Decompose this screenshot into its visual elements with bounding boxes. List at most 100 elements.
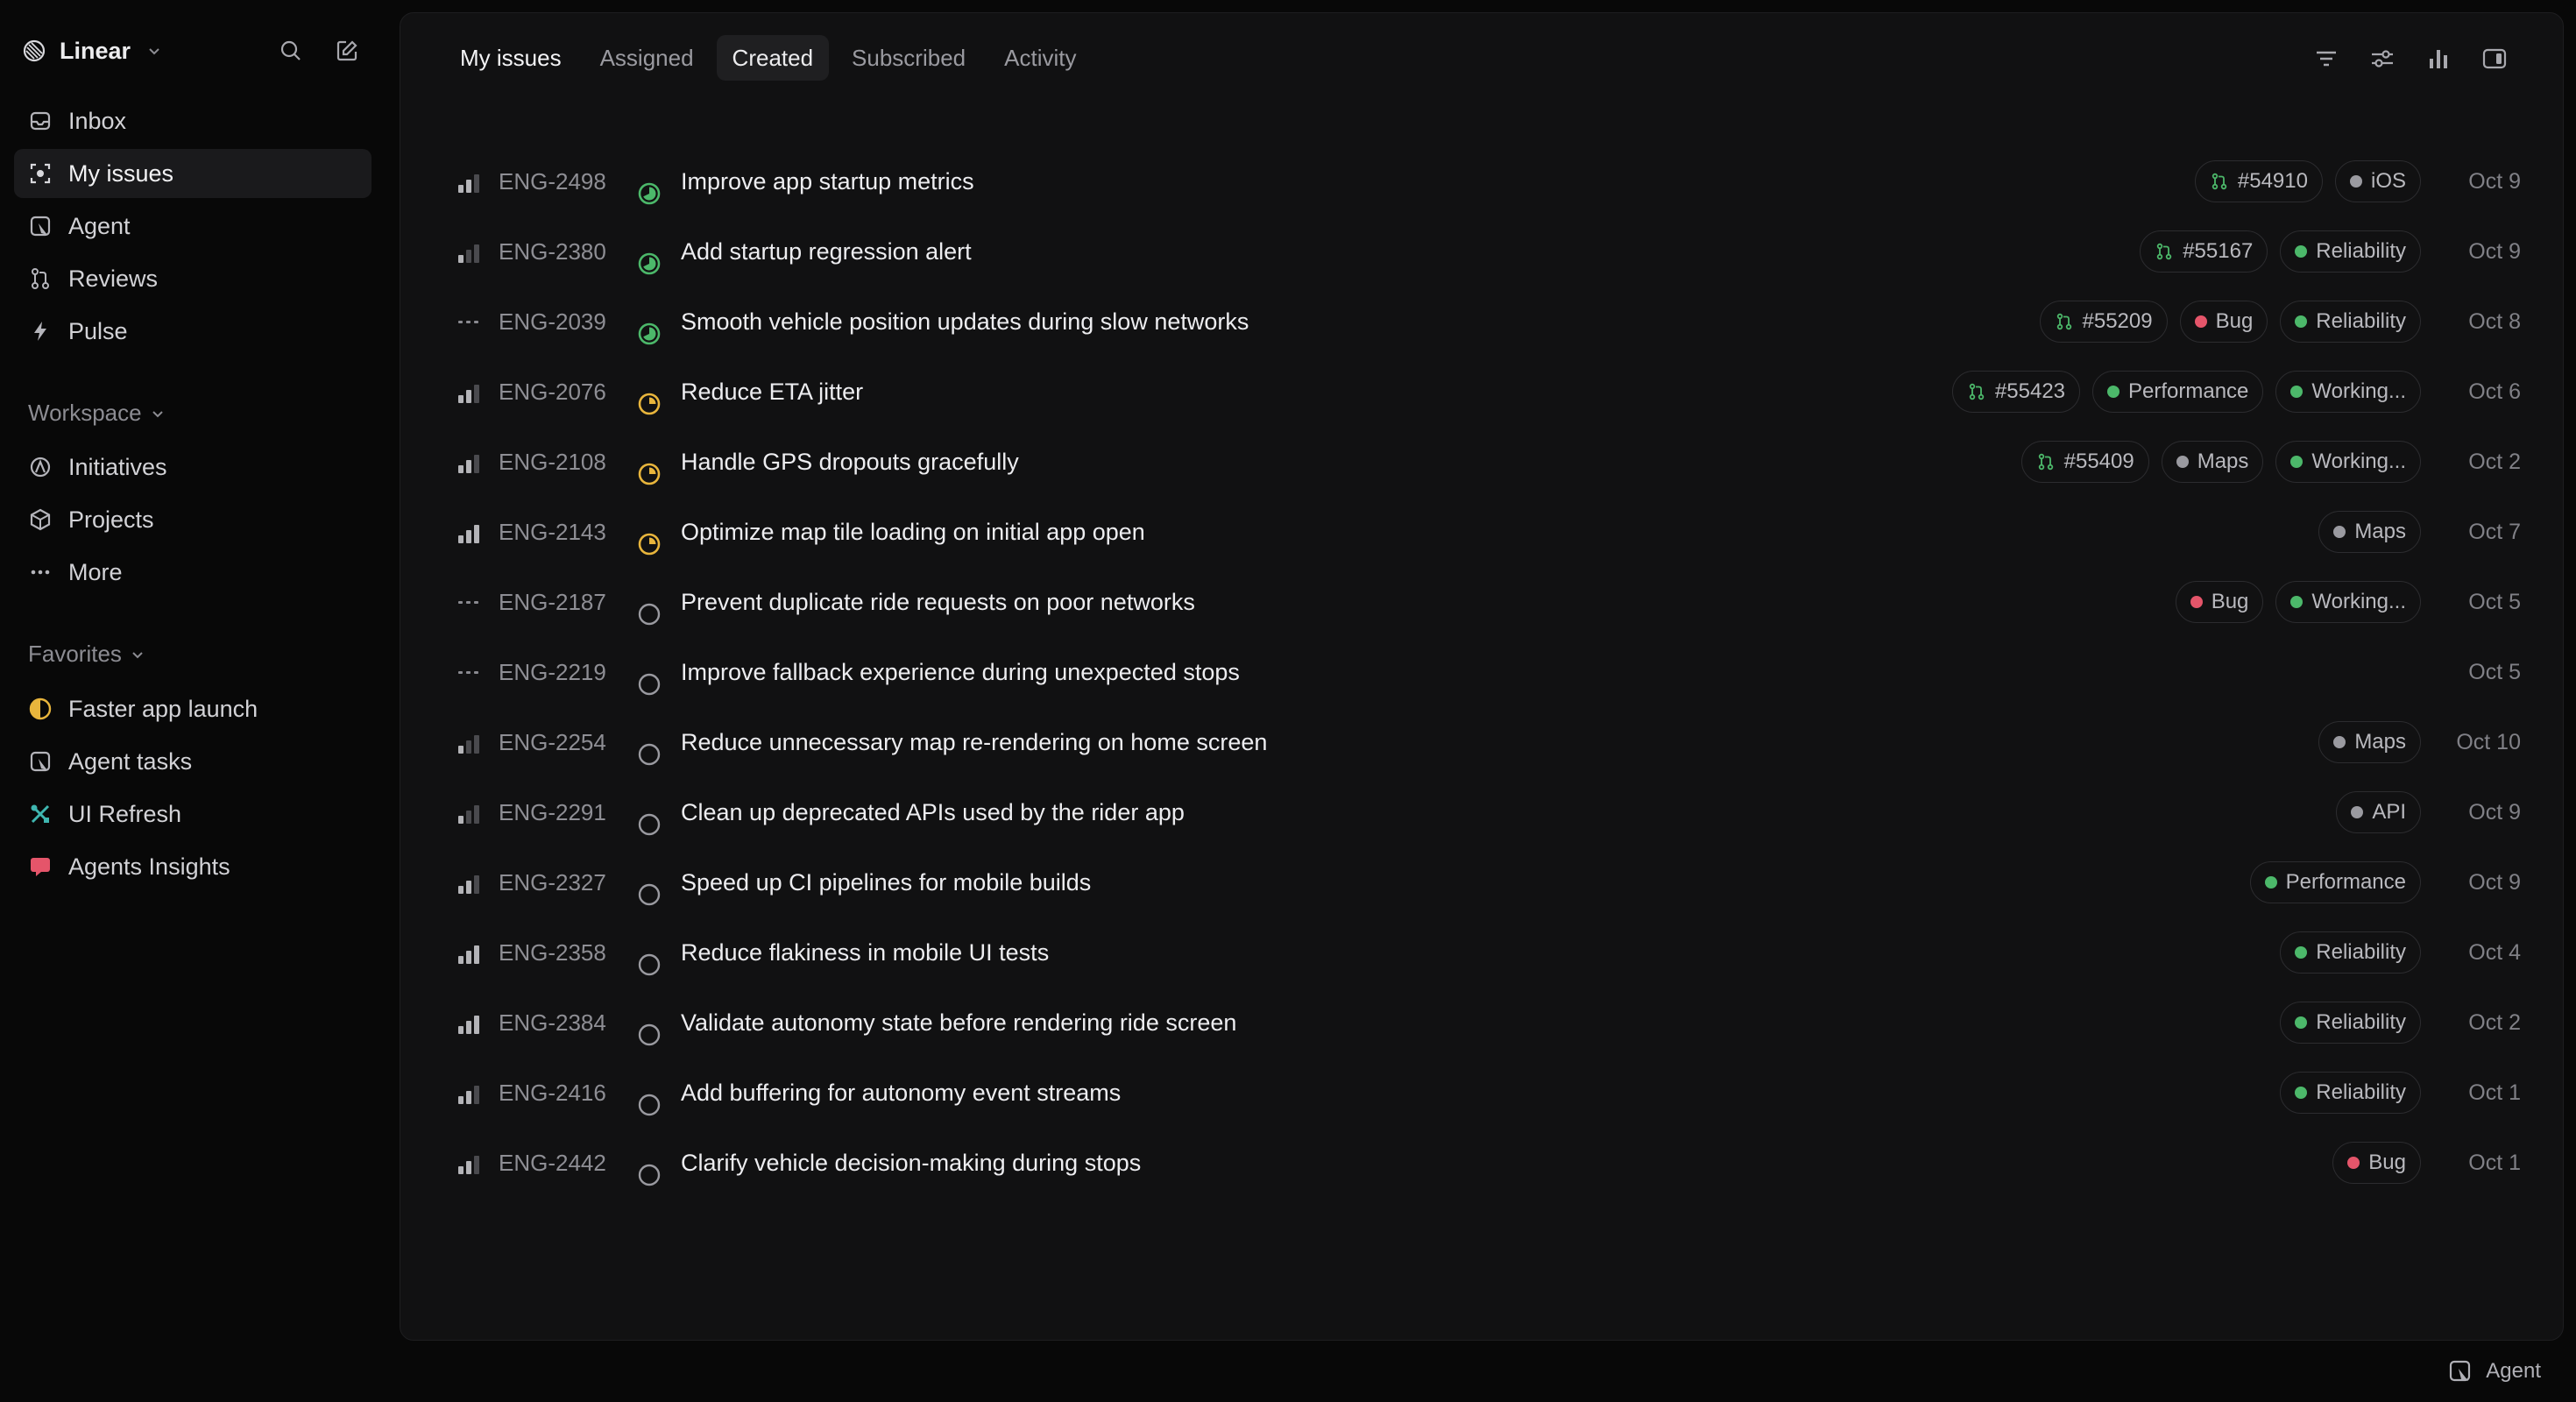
priority-icon[interactable] bbox=[458, 380, 481, 403]
priority-icon[interactable] bbox=[458, 871, 481, 894]
issue-row[interactable]: ENG-2108 Handle GPS dropouts gracefully #5… bbox=[400, 427, 2563, 497]
label-dot bbox=[2347, 1157, 2360, 1169]
search-icon[interactable] bbox=[273, 33, 308, 68]
sidebar-item-inbox[interactable]: Inbox bbox=[14, 96, 372, 145]
sidebar-item-initiatives[interactable]: Initiatives bbox=[14, 443, 372, 492]
sidebar-item-reviews[interactable]: Reviews bbox=[14, 254, 372, 303]
issue-title[interactable]: Clarify vehicle decision-making during s… bbox=[681, 1150, 1141, 1177]
priority-icon[interactable] bbox=[458, 240, 481, 263]
issue-title[interactable]: Improve app startup metrics bbox=[681, 168, 974, 195]
favorite-faster-app-launch[interactable]: Faster app launch bbox=[14, 684, 372, 733]
label-chip[interactable]: Maps bbox=[2318, 511, 2421, 553]
pr-chip[interactable]: #55423 bbox=[1951, 371, 2081, 413]
priority-icon[interactable] bbox=[458, 450, 481, 473]
priority-icon[interactable] bbox=[458, 731, 481, 754]
label-chip[interactable]: Bug bbox=[2175, 581, 2264, 623]
sidebar-item-more[interactable]: More bbox=[14, 548, 372, 597]
workspace-switcher[interactable]: Linear bbox=[23, 33, 162, 68]
priority-none-icon[interactable] bbox=[458, 310, 481, 333]
priority-icon[interactable] bbox=[458, 1151, 481, 1174]
label-chip[interactable]: Performance bbox=[2092, 371, 2264, 413]
half-circle-icon bbox=[29, 697, 52, 720]
tab-my-issues[interactable]: My issues bbox=[444, 35, 577, 81]
issue-row[interactable]: ENG-2384 Validate autonomy state before r… bbox=[400, 988, 2563, 1058]
favorites-section-header[interactable]: Favorites bbox=[28, 641, 145, 668]
issue-row[interactable]: ENG-2291 Clean up deprecated APIs used by… bbox=[400, 777, 2563, 847]
issue-date: Oct 9 bbox=[2468, 168, 2521, 194]
favorite-agent-tasks[interactable]: Agent tasks bbox=[14, 737, 372, 786]
priority-icon[interactable] bbox=[458, 1011, 481, 1034]
issue-row[interactable]: ENG-2358 Reduce flakiness in mobile UI te… bbox=[400, 917, 2563, 988]
sidebar-item-agent[interactable]: Agent bbox=[14, 202, 372, 251]
sidebar-item-projects[interactable]: Projects bbox=[14, 495, 372, 544]
issue-row[interactable]: ENG-2254 Reduce unnecessary map re-render… bbox=[400, 707, 2563, 777]
toggle-sidebar-icon[interactable] bbox=[2479, 43, 2510, 74]
label-chip[interactable]: Reliability bbox=[2280, 1072, 2421, 1114]
issue-title[interactable]: Speed up CI pipelines for mobile builds bbox=[681, 869, 1091, 896]
pr-chip[interactable]: #55409 bbox=[2020, 441, 2149, 483]
issue-row[interactable]: ENG-2187 Prevent duplicate ride requests … bbox=[400, 567, 2563, 637]
issue-row[interactable]: ENG-2442 Clarify vehicle decision-making … bbox=[400, 1128, 2563, 1198]
issue-row[interactable]: ENG-2076 Reduce ETA jitter #55423 Performan… bbox=[400, 357, 2563, 427]
tab-created[interactable]: Created bbox=[716, 35, 830, 81]
issue-title[interactable]: Reduce unnecessary map re-rendering on h… bbox=[681, 729, 1267, 756]
label-chip[interactable]: iOS bbox=[2334, 160, 2421, 202]
new-issue-icon[interactable] bbox=[329, 33, 364, 68]
label-chip[interactable]: API bbox=[2336, 791, 2421, 833]
issue-id: ENG-2442 bbox=[499, 1149, 606, 1176]
issue-title[interactable]: Optimize map tile loading on initial app… bbox=[681, 519, 1145, 546]
issue-row[interactable]: ENG-2327 Speed up CI pipelines for mobile… bbox=[400, 847, 2563, 917]
sidebar-item-pulse[interactable]: Pulse bbox=[14, 307, 372, 356]
label-chip[interactable]: Reliability bbox=[2280, 1002, 2421, 1044]
display-options-icon[interactable] bbox=[2367, 43, 2398, 74]
priority-icon[interactable] bbox=[458, 801, 481, 824]
issue-title[interactable]: Clean up deprecated APIs used by the rid… bbox=[681, 799, 1185, 826]
tab-subscribed[interactable]: Subscribed bbox=[836, 35, 981, 81]
issue-title[interactable]: Handle GPS dropouts gracefully bbox=[681, 449, 1019, 476]
filter-icon[interactable] bbox=[2311, 43, 2342, 74]
issue-title[interactable]: Reduce flakiness in mobile UI tests bbox=[681, 939, 1049, 967]
label-chip[interactable]: Working... bbox=[2275, 581, 2421, 623]
tab-activity[interactable]: Activity bbox=[988, 35, 1092, 81]
insights-chart-icon[interactable] bbox=[2423, 43, 2454, 74]
issue-title[interactable]: Smooth vehicle position updates during s… bbox=[681, 308, 1249, 336]
label-chip[interactable]: Bug bbox=[2332, 1142, 2421, 1184]
issue-row[interactable]: ENG-2380 Add startup regression alert #551… bbox=[400, 216, 2563, 287]
workspace-section-header[interactable]: Workspace bbox=[28, 400, 165, 427]
label-dot bbox=[2333, 736, 2346, 748]
pr-chip[interactable]: #55209 bbox=[2039, 301, 2168, 343]
issue-row[interactable]: ENG-2416 Add buffering for autonomy event… bbox=[400, 1058, 2563, 1128]
issue-title[interactable]: Improve fallback experience during unexp… bbox=[681, 659, 1240, 686]
issue-row[interactable]: ENG-2498 Improve app startup metrics #5491… bbox=[400, 146, 2563, 216]
tab-assigned[interactable]: Assigned bbox=[584, 35, 710, 81]
label-chip[interactable]: Bug bbox=[2179, 301, 2268, 343]
priority-none-icon[interactable] bbox=[458, 591, 481, 613]
label-chip[interactable]: Working... bbox=[2275, 371, 2421, 413]
issue-title[interactable]: Reduce ETA jitter bbox=[681, 379, 863, 406]
favorite-agents-insights[interactable]: Agents Insights bbox=[14, 842, 372, 891]
issue-title[interactable]: Add buffering for autonomy event streams bbox=[681, 1080, 1121, 1107]
label-chip[interactable]: Working... bbox=[2275, 441, 2421, 483]
priority-icon[interactable] bbox=[458, 520, 481, 543]
priority-none-icon[interactable] bbox=[458, 661, 481, 683]
label-chip[interactable]: Reliability bbox=[2280, 230, 2421, 273]
issue-row[interactable]: ENG-2143 Optimize map tile loading on ini… bbox=[400, 497, 2563, 567]
priority-icon[interactable] bbox=[458, 170, 481, 193]
issue-title[interactable]: Add startup regression alert bbox=[681, 238, 972, 266]
issue-title[interactable]: Validate autonomy state before rendering… bbox=[681, 1009, 1236, 1037]
issue-title[interactable]: Prevent duplicate ride requests on poor … bbox=[681, 589, 1195, 616]
pr-chip[interactable]: #55167 bbox=[2140, 230, 2268, 273]
label-chip[interactable]: Performance bbox=[2249, 861, 2421, 903]
issue-row[interactable]: ENG-2219 Improve fallback experience duri… bbox=[400, 637, 2563, 707]
issue-row[interactable]: ENG-2039 Smooth vehicle position updates … bbox=[400, 287, 2563, 357]
label-chip[interactable]: Maps bbox=[2318, 721, 2421, 763]
label-chip[interactable]: Reliability bbox=[2280, 301, 2421, 343]
label-chip[interactable]: Maps bbox=[2161, 441, 2264, 483]
agent-launcher[interactable]: Agent bbox=[2447, 1358, 2541, 1384]
sidebar-item-my-issues[interactable]: My issues bbox=[14, 149, 372, 198]
pr-chip[interactable]: #54910 bbox=[2194, 160, 2323, 202]
favorite-ui-refresh[interactable]: UI Refresh bbox=[14, 790, 372, 839]
label-chip[interactable]: Reliability bbox=[2280, 931, 2421, 974]
priority-icon[interactable] bbox=[458, 1081, 481, 1104]
priority-icon[interactable] bbox=[458, 941, 481, 964]
